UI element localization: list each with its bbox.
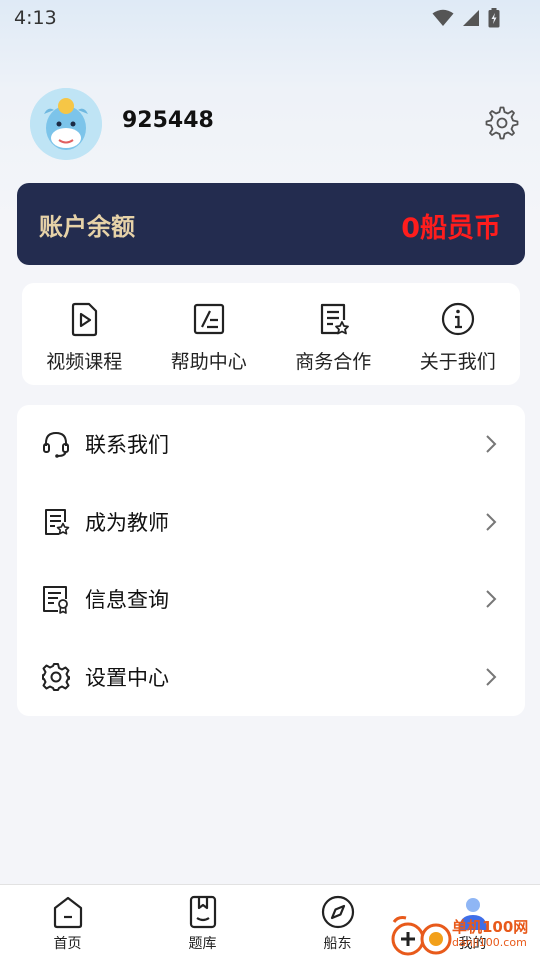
nav-label: 首页 [53,936,82,952]
battery-icon [488,8,500,28]
document-star-icon [321,303,350,335]
headset-icon [43,431,69,458]
video-file-icon [72,302,98,337]
shortcut-grid: 视频课程 帮助中心 商务合作 关于我们 [22,283,520,385]
balance-label: 账户余额 [39,213,135,241]
menu-item-info-query[interactable]: 信息查询 [17,561,525,639]
avatar[interactable] [30,88,102,160]
watermark: 单机100网 danji100.com [388,912,540,960]
wifi-icon [432,9,454,26]
cellular-signal-icon [463,10,479,26]
nav-shipowner[interactable]: 船东 [270,885,405,960]
nav-label: 船东 [323,936,352,952]
shortcut-business[interactable]: 商务合作 [271,283,396,385]
shortcut-label: 帮助中心 [170,351,247,373]
status-bar: 4:13 [0,0,540,36]
balance-card[interactable]: 账户余额 0船员币 [17,183,525,265]
status-icons [432,8,500,28]
settings-button[interactable] [484,105,520,141]
menu-label: 信息查询 [85,588,169,613]
menu-list: 联系我们 成为教师 信息查询 设置中心 [17,405,525,716]
certificate-icon [43,586,68,615]
document-star-icon [45,508,70,535]
menu-item-contact-us[interactable]: 联系我们 [17,405,525,483]
menu-label: 成为教师 [85,510,169,535]
shortcut-video-courses[interactable]: 视频课程 [22,283,147,385]
nav-question-bank[interactable]: 题库 [135,885,270,960]
chevron-right-icon [486,668,497,686]
chevron-right-icon [486,512,497,531]
menu-item-settings-center[interactable]: 设置中心 [17,638,525,716]
shortcut-label: 视频课程 [46,351,123,373]
menu-item-become-teacher[interactable]: 成为教师 [17,483,525,561]
balance-value: 0船员币 [401,213,501,244]
watermark-sub: danji100.com [452,936,527,949]
shortcut-label: 关于我们 [419,351,496,373]
compass-icon [321,895,354,929]
chevron-right-icon [486,590,497,609]
bookmark-book-icon [189,895,216,929]
shortcut-label: 商务合作 [295,351,372,373]
menu-label: 设置中心 [85,666,169,691]
watermark-text: 单机100网 [452,918,529,936]
cow-mascot-icon [30,88,102,160]
status-time: 4:13 [14,7,57,29]
menu-label: 联系我们 [85,432,169,457]
username: 925448 [122,108,214,133]
info-icon [441,302,474,336]
gear-icon [42,663,70,692]
home-icon [53,896,82,929]
gear-icon [485,106,519,140]
chevron-right-icon [486,435,497,453]
shortcut-about-us[interactable]: 关于我们 [396,283,521,385]
nav-label: 题库 [188,936,217,952]
edit-note-icon [193,303,224,335]
watermark-logo-icon [391,916,452,956]
nav-home[interactable]: 首页 [0,885,135,960]
shortcut-help-center[interactable]: 帮助中心 [147,283,272,385]
